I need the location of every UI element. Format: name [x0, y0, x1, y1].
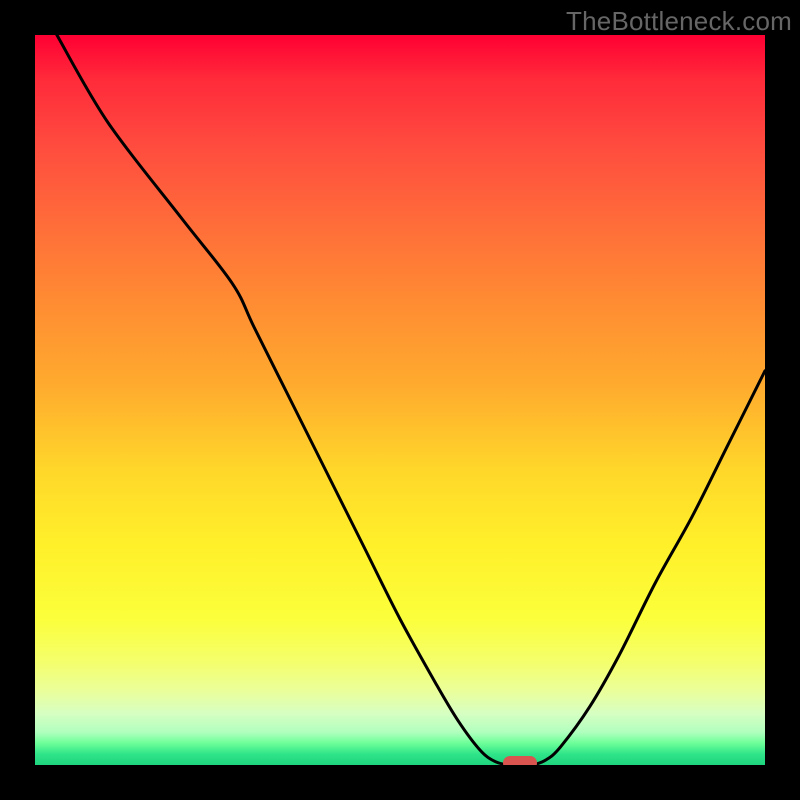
optimal-marker	[503, 756, 537, 765]
bottleneck-curve	[35, 35, 765, 765]
watermark-text: TheBottleneck.com	[566, 6, 792, 37]
plot-area	[35, 35, 765, 765]
chart-frame: TheBottleneck.com	[0, 0, 800, 800]
